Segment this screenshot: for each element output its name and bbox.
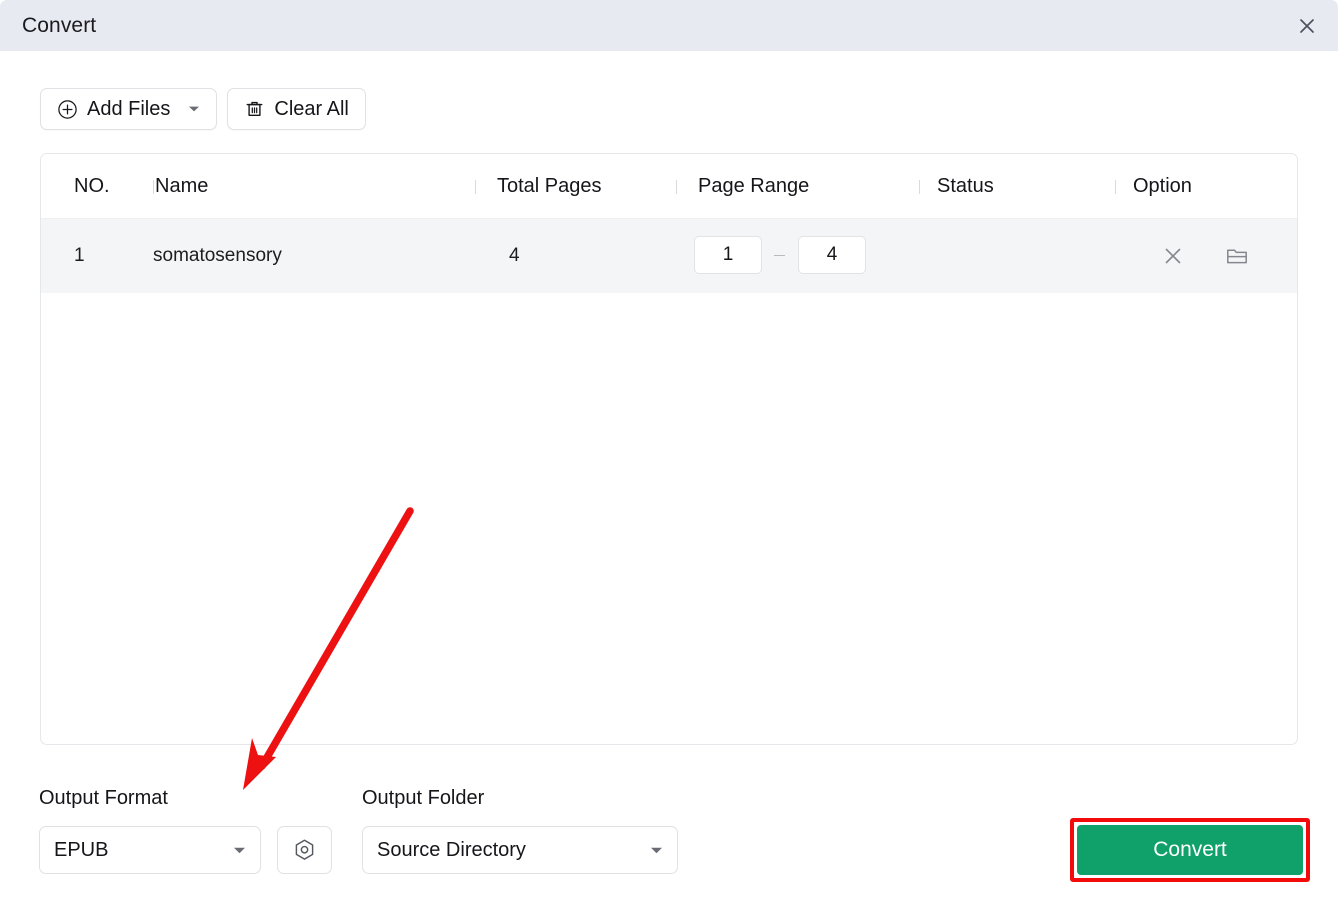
output-format-label: Output Format bbox=[39, 787, 168, 809]
format-settings-button[interactable] bbox=[277, 826, 332, 874]
cell-total-pages: 4 bbox=[509, 245, 520, 266]
toolbar: Add Files Clear All bbox=[40, 88, 366, 130]
output-folder-value: Source Directory bbox=[377, 838, 526, 861]
plus-circle-icon bbox=[57, 99, 78, 120]
output-format-select[interactable]: EPUB bbox=[39, 826, 261, 874]
cell-name: somatosensory bbox=[153, 245, 282, 266]
column-header-page-range[interactable]: Page Range bbox=[698, 175, 809, 198]
page-range-dash bbox=[774, 255, 785, 256]
chevron-down-icon bbox=[650, 846, 663, 855]
page-title: Convert bbox=[22, 13, 97, 37]
page-range-to-input[interactable]: 4 bbox=[798, 236, 866, 274]
chevron-down-icon[interactable] bbox=[188, 105, 200, 113]
clear-all-label: Clear All bbox=[274, 97, 349, 120]
add-files-button[interactable]: Add Files bbox=[40, 88, 218, 130]
clear-all-button[interactable]: Clear All bbox=[227, 88, 366, 130]
column-separator bbox=[153, 180, 154, 194]
trash-icon bbox=[244, 99, 265, 120]
column-separator bbox=[1115, 180, 1116, 194]
column-header-name[interactable]: Name bbox=[155, 175, 208, 198]
folder-open-icon[interactable] bbox=[1222, 241, 1252, 271]
output-folder-select[interactable]: Source Directory bbox=[362, 826, 678, 874]
table-row[interactable]: 1 somatosensory 4 1 4 bbox=[41, 219, 1297, 293]
title-bar: Convert bbox=[0, 0, 1338, 51]
file-table: NO. Name Total Pages Page Range Status O… bbox=[40, 153, 1298, 745]
convert-button-highlight: Convert bbox=[1070, 818, 1310, 882]
hex-settings-icon bbox=[291, 837, 318, 864]
output-folder-label: Output Folder bbox=[362, 787, 485, 809]
output-format-value: EPUB bbox=[54, 838, 109, 861]
add-files-label: Add Files bbox=[87, 97, 171, 120]
column-header-no[interactable]: NO. bbox=[74, 175, 110, 198]
chevron-down-icon bbox=[233, 846, 246, 855]
column-header-status[interactable]: Status bbox=[937, 175, 994, 198]
column-header-option[interactable]: Option bbox=[1133, 175, 1192, 198]
close-icon[interactable] bbox=[1290, 10, 1324, 41]
column-header-total-pages[interactable]: Total Pages bbox=[497, 175, 602, 198]
table-header-row: NO. Name Total Pages Page Range Status O… bbox=[41, 154, 1297, 219]
column-separator bbox=[676, 180, 677, 194]
remove-file-icon[interactable] bbox=[1158, 241, 1188, 271]
page-range-from-input[interactable]: 1 bbox=[694, 236, 762, 274]
column-separator bbox=[475, 180, 476, 194]
convert-dialog: Convert Add Files Clear All NO. Name Tot… bbox=[0, 0, 1338, 912]
column-separator bbox=[919, 180, 920, 194]
convert-button[interactable]: Convert bbox=[1077, 825, 1303, 875]
cell-no: 1 bbox=[74, 245, 85, 266]
